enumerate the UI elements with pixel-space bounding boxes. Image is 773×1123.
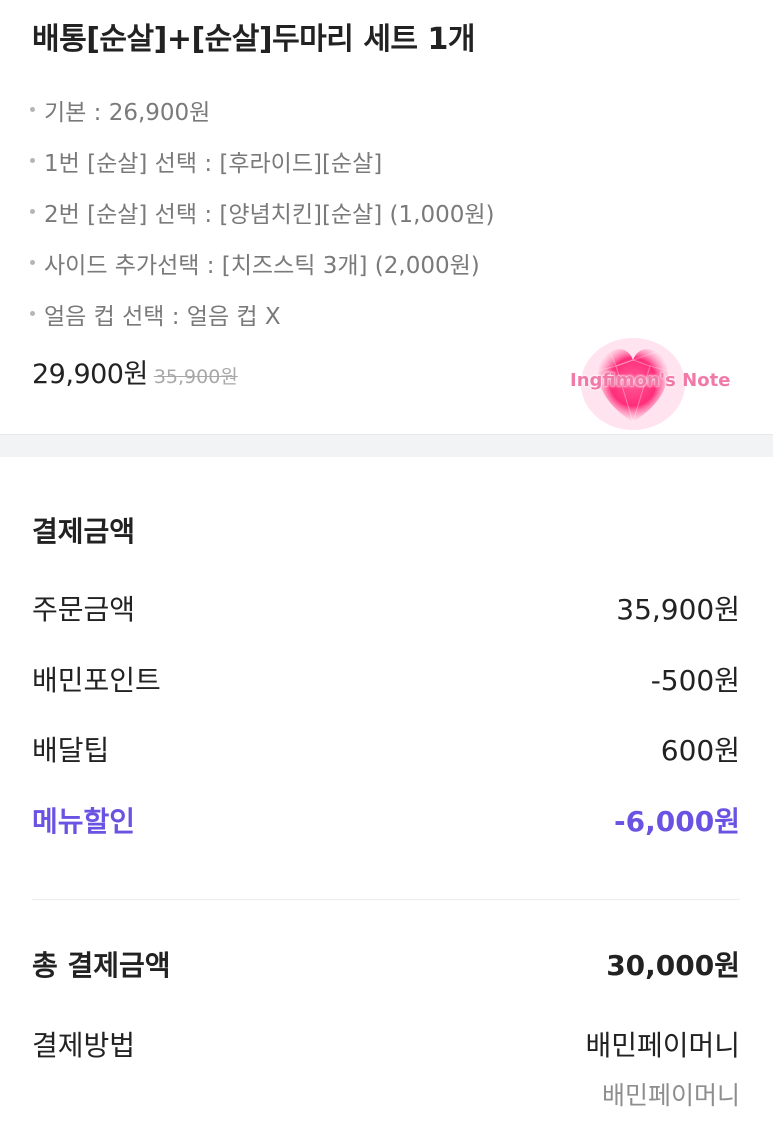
summary-value: -500원 <box>650 664 740 697</box>
option-item: 사이드 추가선택 : [치즈스틱 3개] (2,000원) <box>30 237 495 288</box>
total-value: 30,000원 <box>606 949 740 982</box>
price-current: 29,900원 <box>32 359 148 390</box>
bullet-icon <box>30 158 35 163</box>
bullet-icon <box>30 260 35 265</box>
divider <box>32 899 740 900</box>
summary-row-delivery-tip: 배달팁 600원 <box>32 729 740 769</box>
bullet-icon <box>30 107 35 112</box>
option-text: 얼음 컵 선택 : 얼음 컵 X <box>44 303 281 330</box>
order-item-card: 배통[순살]+[순살]두마리 세트 1개 기본 : 26,900원 1번 [순살… <box>0 0 773 434</box>
option-text: 기본 : 26,900원 <box>44 99 211 126</box>
payment-method-label: 결제방법 <box>32 1029 136 1062</box>
summary-row-menu-discount: 메뉴할인 -6,000원 <box>32 800 740 840</box>
summary-value: 35,900원 <box>616 593 740 626</box>
order-item-title: 배통[순살]+[순살]두마리 세트 1개 <box>32 22 475 57</box>
summary-label: 배민포인트 <box>32 664 161 697</box>
item-price-row: 29,900원 35,900원 <box>32 352 238 391</box>
option-item: 1번 [순살] 선택 : [후라이드][순살] <box>30 135 495 186</box>
summary-value: 600원 <box>660 734 740 767</box>
order-option-list: 기본 : 26,900원 1번 [순살] 선택 : [후라이드][순살] 2번 … <box>30 84 495 339</box>
summary-row-payment-method: 결제방법 배민페이머니 <box>32 1024 740 1064</box>
payment-method-value: 배민페이머니 <box>585 1029 740 1062</box>
option-text: 1번 [순살] 선택 : [후라이드][순살] <box>44 150 383 177</box>
section-divider <box>0 434 773 457</box>
option-text: 사이드 추가선택 : [치즈스틱 3개] (2,000원) <box>44 252 480 279</box>
bullet-icon <box>30 311 35 316</box>
summary-label: 배달팁 <box>32 734 110 767</box>
watermark-text: Ingfimon's Note <box>570 370 731 391</box>
option-text: 2번 [순살] 선택 : [양념치킨][순살] (1,000원) <box>44 201 495 228</box>
option-item: 얼음 컵 선택 : 얼음 컵 X <box>30 288 495 339</box>
price-original: 35,900원 <box>153 366 238 388</box>
summary-label: 주문금액 <box>32 593 136 626</box>
summary-label: 메뉴할인 <box>32 805 136 838</box>
bullet-icon <box>30 209 35 214</box>
total-label: 총 결제금액 <box>32 949 171 982</box>
payment-method-subvalue: 배민페이머니 <box>601 1081 740 1110</box>
payment-summary: 결제금액 주문금액 35,900원 배민포인트 -500원 배달팁 600원 메… <box>0 456 773 1123</box>
payment-section-title: 결제금액 <box>32 515 136 548</box>
option-item: 기본 : 26,900원 <box>30 84 495 135</box>
summary-row-points: 배민포인트 -500원 <box>32 659 740 699</box>
watermark-logo: Ingfimon's Note <box>566 336 736 432</box>
summary-value: -6,000원 <box>614 805 740 838</box>
summary-row-order-amount: 주문금액 35,900원 <box>32 588 740 628</box>
summary-row-total: 총 결제금액 30,000원 <box>32 944 740 984</box>
option-item: 2번 [순살] 선택 : [양념치킨][순살] (1,000원) <box>30 186 495 237</box>
